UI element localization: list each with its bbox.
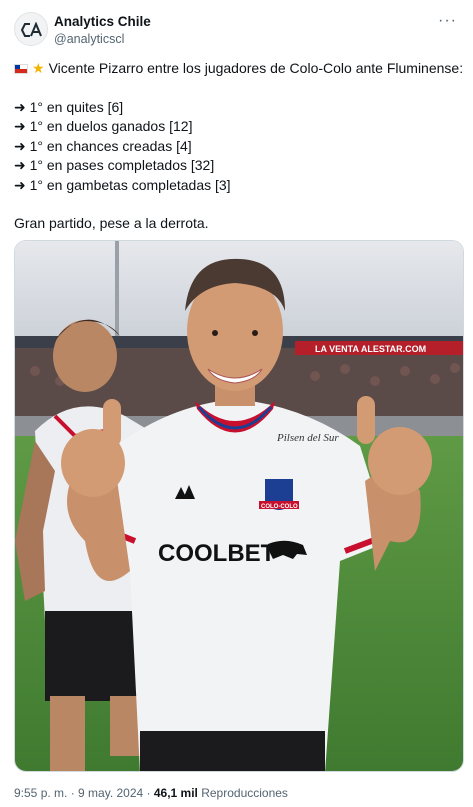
- tweet-meta: 9:55 p. m. · 9 may. 2024 · 46,1 mil Repr…: [14, 786, 288, 800]
- avatar[interactable]: [14, 12, 48, 46]
- shirt-sponsor: COOLBET: [158, 540, 276, 567]
- tweet-closing: Gran partido, pese a la derrota.: [14, 215, 209, 231]
- tweet-photo[interactable]: LA VENTA ALESTAR.COM COLO-COLO Pilsen de…: [14, 240, 464, 772]
- star-icon: ★: [32, 60, 45, 76]
- chest-sponsor-text: Pilsen del Sur: [276, 432, 339, 444]
- tweet-text: ★ Vicente Pizarro entre los jugadores de …: [14, 58, 464, 233]
- stat-line: ➜ 1° en duelos ganados [12]: [14, 118, 193, 134]
- ca-monogram-icon: [21, 22, 42, 37]
- stat-line: ➜ 1° en quites [6]: [14, 98, 124, 115]
- account-handle[interactable]: @analyticscl: [54, 32, 124, 46]
- player-photo-illustration: LA VENTA ALESTAR.COM COLO-COLO Pilsen de…: [15, 241, 463, 771]
- chile-flag-icon: [14, 64, 28, 74]
- club-badge-label: COLO-COLO: [261, 504, 298, 510]
- stat-line: ➜ 1° en pases completados [32]: [14, 157, 215, 173]
- tweet-intro-line: ★ Vicente Pizarro entre los jugadores de …: [14, 58, 464, 78]
- stadium-banner: LA VENTA ALESTAR.COM: [315, 344, 426, 354]
- views-label: Reproducciones: [197, 786, 288, 800]
- tweet-header: Analytics Chile @analyticscl ···: [14, 12, 459, 48]
- tweet-intro: Vicente Pizarro entre los jugadores de C…: [48, 60, 464, 76]
- account-name[interactable]: Analytics Chile: [54, 14, 151, 29]
- views-count: 46,1 mil: [153, 786, 198, 800]
- more-options-icon[interactable]: ···: [438, 12, 457, 30]
- tweet-timestamp[interactable]: 9:55 p. m. · 9 may. 2024 ·: [14, 786, 154, 800]
- stat-line: ➜ 1° en chances creadas [4]: [14, 137, 192, 154]
- stat-line: ➜ 1° en gambetas completadas [3]: [14, 176, 231, 193]
